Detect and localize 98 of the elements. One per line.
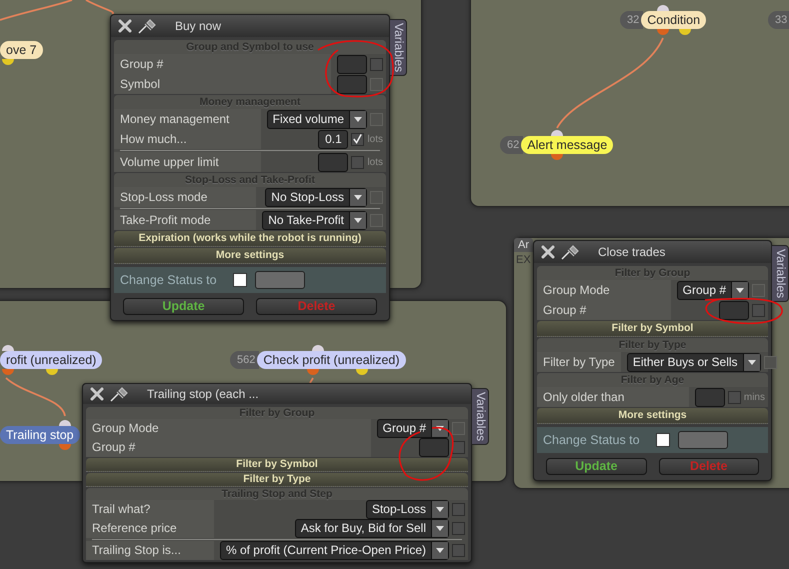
output-port[interactable] bbox=[657, 29, 669, 35]
node-number: 562 bbox=[230, 351, 260, 369]
color-field[interactable] bbox=[254, 271, 305, 289]
field-label: Money management bbox=[114, 109, 261, 129]
status-label: Change Status to bbox=[120, 273, 217, 287]
node-number: 62 bbox=[500, 136, 524, 154]
input-port[interactable] bbox=[657, 5, 669, 11]
field-label: Group # bbox=[86, 438, 371, 457]
caret-icon bbox=[354, 218, 362, 222]
close-icon[interactable] bbox=[117, 18, 133, 34]
dropdown[interactable]: Ask for Buy, Bid for Sell bbox=[294, 519, 449, 538]
connector-line bbox=[86, 0, 114, 15]
section-bar[interactable]: More settings bbox=[114, 248, 386, 264]
caret-icon bbox=[748, 360, 756, 364]
variables-tab[interactable]: Variables bbox=[471, 388, 489, 446]
panel-text: EX bbox=[516, 254, 531, 266]
output-port[interactable] bbox=[679, 29, 691, 35]
node-label[interactable]: ove 7 bbox=[0, 41, 43, 59]
field-label: Only older than bbox=[537, 387, 689, 407]
section-bar[interactable]: Filter by Type bbox=[86, 473, 468, 487]
text-field[interactable] bbox=[337, 54, 367, 74]
caret-icon bbox=[436, 526, 444, 531]
field-label: Group Mode bbox=[537, 280, 671, 300]
unit-label: mins bbox=[744, 392, 765, 402]
dropdown[interactable]: % of profit (Current Price-Open Price) bbox=[220, 541, 449, 560]
text-field[interactable] bbox=[318, 152, 348, 172]
node-label[interactable]: Trailing stop bbox=[0, 426, 80, 444]
node-label[interactable]: Condition bbox=[641, 11, 706, 29]
input-port[interactable] bbox=[2, 345, 14, 351]
field-label: Trail what? bbox=[86, 500, 214, 519]
dropdown[interactable]: Stop-Loss bbox=[366, 500, 449, 519]
color-field[interactable] bbox=[678, 431, 728, 449]
unit-label: lots bbox=[367, 134, 383, 144]
node-number: 33 bbox=[768, 11, 789, 29]
dialog-title: Close trades bbox=[598, 245, 666, 259]
unit-label: lots bbox=[367, 156, 383, 168]
text-field[interactable] bbox=[719, 300, 749, 320]
connector-line bbox=[309, 378, 314, 384]
input-port[interactable] bbox=[59, 420, 71, 426]
field-label: Filter by Type bbox=[537, 352, 621, 372]
output-port[interactable] bbox=[46, 369, 58, 375]
variables-tab[interactable]: Variables bbox=[389, 19, 407, 76]
caret-icon bbox=[436, 426, 444, 431]
node-label[interactable]: Alert message bbox=[521, 136, 614, 154]
field-label: Symbol bbox=[114, 74, 331, 94]
checkbox[interactable] bbox=[452, 522, 465, 535]
node-label[interactable]: Check profit (unrealized) bbox=[257, 351, 406, 369]
input-port[interactable] bbox=[312, 345, 324, 351]
caret-icon bbox=[736, 288, 744, 292]
field-label: Take-Profit mode bbox=[114, 210, 256, 230]
close-icon[interactable] bbox=[89, 386, 105, 402]
input-port[interactable] bbox=[551, 130, 563, 136]
action-button[interactable]: Update bbox=[123, 298, 244, 315]
panel-tab[interactable]: Ar bbox=[514, 238, 533, 252]
variables-tab[interactable]: Variables bbox=[771, 245, 789, 302]
field-label: How much... bbox=[114, 129, 261, 149]
action-button[interactable]: Update bbox=[546, 458, 646, 475]
connector-line bbox=[5, 377, 66, 416]
checkbox[interactable] bbox=[370, 58, 383, 70]
caret-icon bbox=[354, 116, 362, 122]
section-bar[interactable]: Filter by Symbol bbox=[537, 321, 768, 337]
node-label[interactable]: rofit (unrealized) bbox=[0, 351, 102, 369]
caret-icon bbox=[436, 548, 444, 553]
checkbox[interactable] bbox=[752, 304, 765, 316]
text-field[interactable] bbox=[419, 438, 449, 457]
section-bar[interactable]: Expiration (works while the robot is running) bbox=[114, 231, 386, 247]
text-field[interactable]: 0.1 bbox=[318, 130, 348, 148]
checkbox[interactable] bbox=[351, 156, 364, 168]
section-bar[interactable]: Filter by Symbol bbox=[86, 458, 468, 472]
checkbox[interactable] bbox=[728, 390, 741, 404]
node-number: 32 bbox=[620, 11, 644, 29]
checkbox[interactable] bbox=[452, 503, 465, 516]
close-icon[interactable] bbox=[540, 244, 556, 260]
field-label: Group # bbox=[537, 300, 671, 320]
output-port[interactable] bbox=[2, 59, 14, 65]
output-port[interactable] bbox=[551, 154, 563, 160]
output-port[interactable] bbox=[307, 369, 319, 375]
checkbox[interactable] bbox=[232, 273, 247, 287]
dialog-title: Trailing stop (each ... bbox=[147, 387, 259, 401]
field-label: Group # bbox=[114, 54, 331, 74]
output-port[interactable] bbox=[2, 369, 14, 375]
text-field[interactable] bbox=[694, 388, 725, 406]
field-label: Volume upper limit bbox=[114, 152, 261, 172]
checkbox[interactable] bbox=[351, 132, 364, 146]
output-port[interactable] bbox=[59, 444, 71, 450]
status-label: Change Status to bbox=[543, 433, 640, 447]
checkbox[interactable] bbox=[452, 544, 465, 557]
output-port[interactable] bbox=[356, 369, 368, 375]
section-bar[interactable]: More settings bbox=[537, 408, 768, 424]
field-label: Reference price bbox=[86, 519, 214, 538]
text-field[interactable] bbox=[337, 74, 367, 94]
checkbox[interactable] bbox=[656, 433, 670, 447]
dialog-title: Buy now bbox=[175, 19, 222, 33]
caret-icon bbox=[436, 507, 444, 512]
field-label: Trailing Stop is... bbox=[86, 541, 214, 560]
field-label: Stop-Loss mode bbox=[114, 187, 256, 207]
field-label: Group Mode bbox=[86, 419, 371, 438]
caret-icon bbox=[354, 194, 362, 200]
